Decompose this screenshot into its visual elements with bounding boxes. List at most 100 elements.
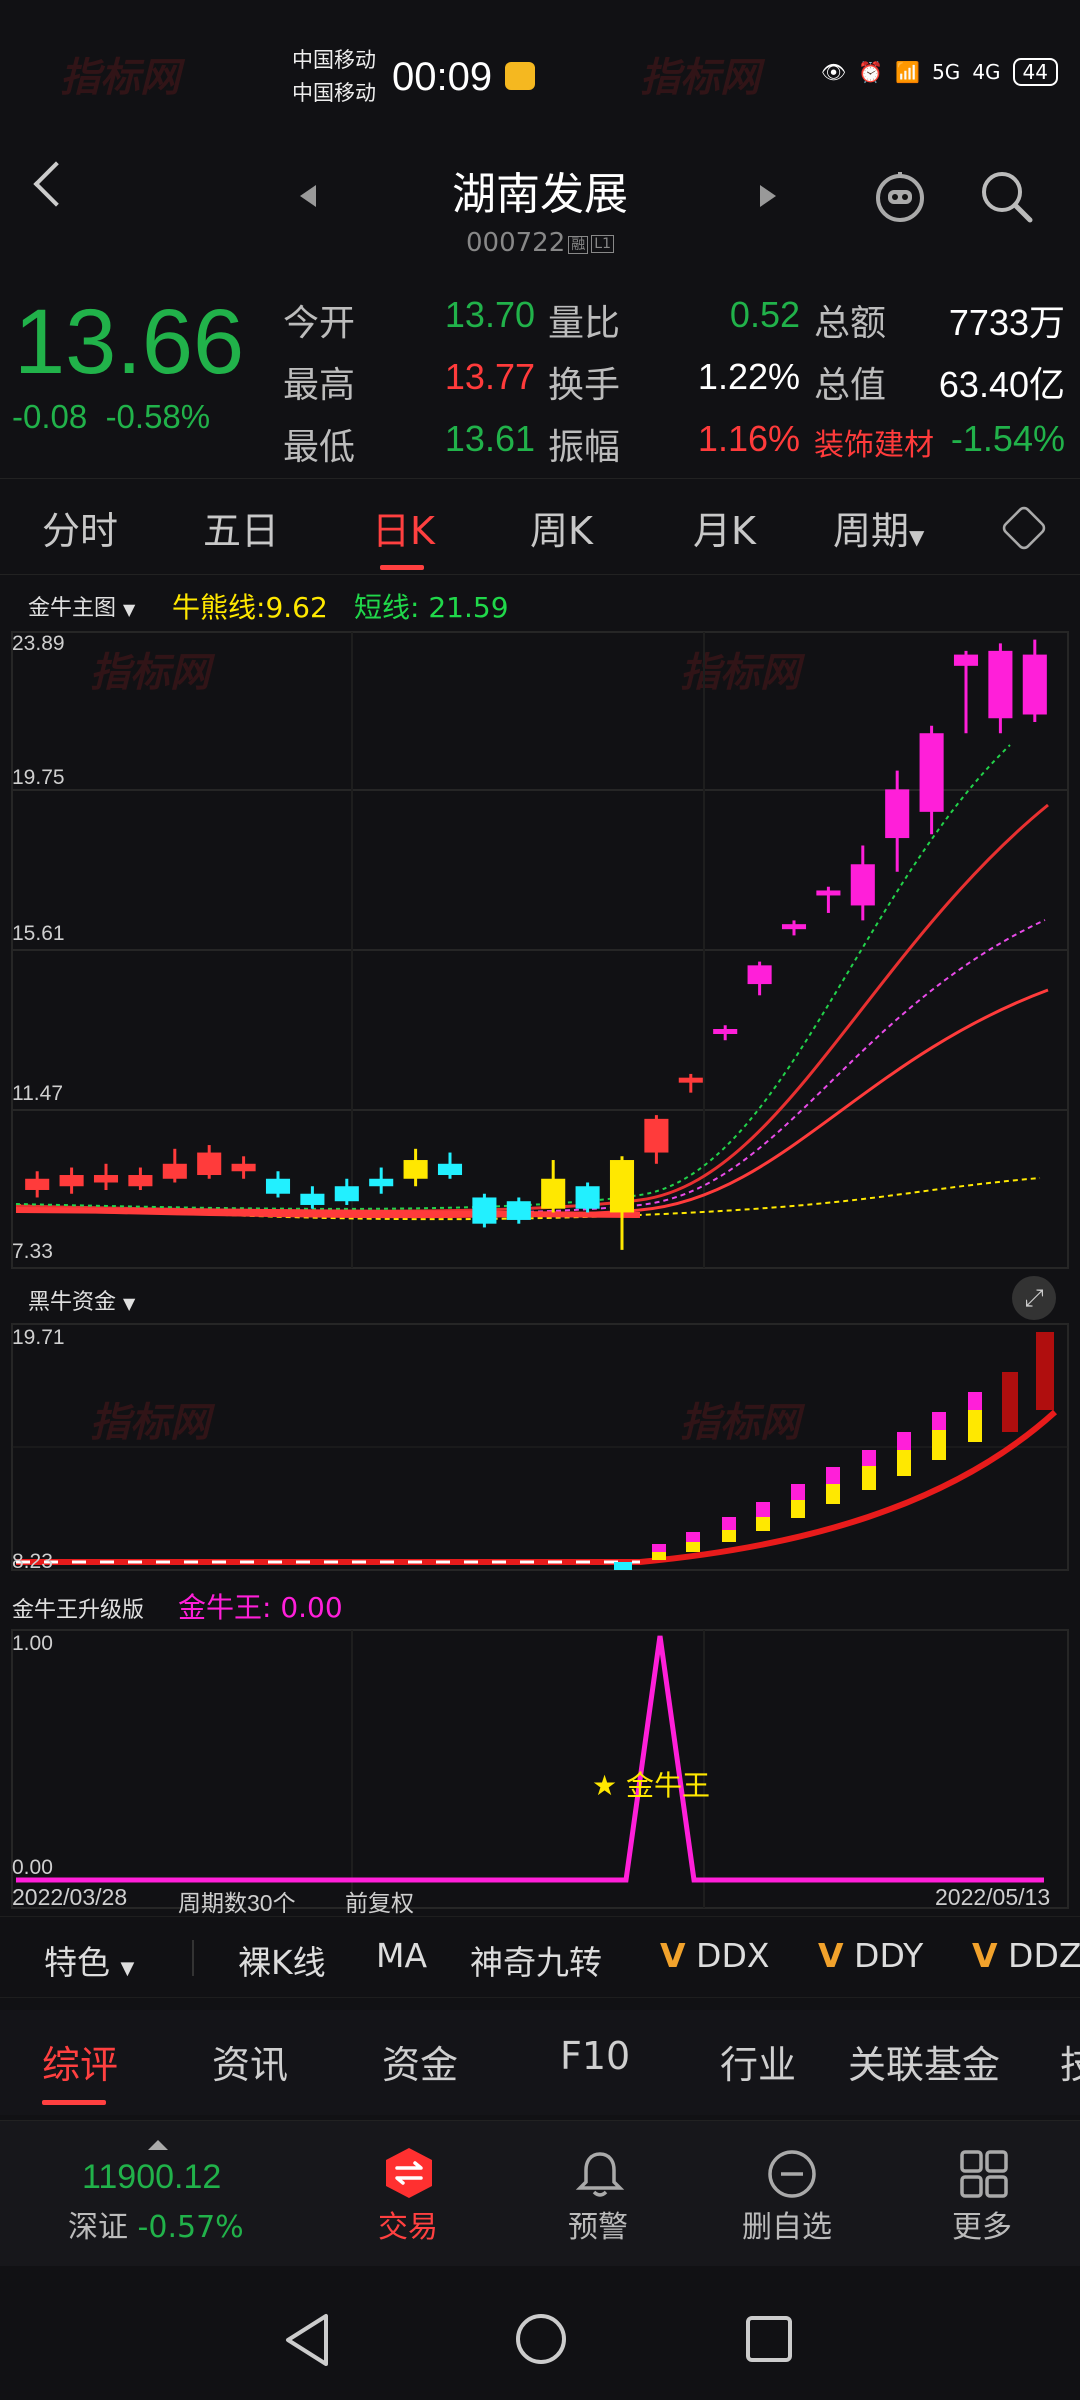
candle-body (93, 1175, 119, 1183)
system-recents-icon[interactable] (744, 2314, 794, 2364)
quote-value: 1.16% (697, 418, 800, 459)
sub2-y-bottom: 0.00 (12, 1856, 53, 1879)
tab-summary[interactable]: 综评 (42, 2034, 118, 2089)
indicator-ddz[interactable]: V DDZ (972, 1936, 1080, 1975)
y-tick-label: 11.47 (12, 1082, 63, 1105)
message-icon (505, 62, 535, 90)
alarm-icon: ⏰ (858, 60, 884, 84)
quote-label: 换手 (548, 365, 621, 406)
y-tick-label: 19.75 (12, 766, 65, 789)
chevron-down-icon: ▼ (123, 600, 136, 619)
tab-related-funds[interactable]: 关联基金 (848, 2034, 1000, 2089)
bull-bear-line-value: 牛熊线:9.62 (172, 586, 328, 626)
quote-value: 63.40亿 (938, 364, 1065, 405)
candle-body (885, 789, 910, 839)
tab-f10[interactable]: F10 (560, 2034, 630, 2078)
tab-industry[interactable]: 行业 (720, 2034, 796, 2089)
tab-five-day[interactable]: 五日 (203, 500, 279, 555)
margin-tag: 融 (568, 235, 589, 254)
signal-label: ★ 金牛王 (592, 1769, 711, 1802)
sub-indicator-2-name[interactable]: 金牛王升级版 (12, 1592, 144, 1624)
search-icon[interactable] (978, 168, 1036, 226)
last-price: 13.66 (14, 291, 245, 393)
nav-alert[interactable]: 预警 (568, 2202, 628, 2246)
candle-body (300, 1193, 325, 1205)
candle-body (231, 1163, 256, 1172)
nav-more[interactable]: 更多 (952, 2202, 1012, 2246)
candle-body (162, 1163, 187, 1179)
carrier-1: 中国移动 (292, 48, 376, 72)
tab-period[interactable]: 周期▼ (833, 500, 924, 555)
more-grid-icon[interactable] (958, 2148, 1010, 2200)
indicator-naked-k[interactable]: 裸K线 (238, 1936, 326, 1984)
quote-value: 1.22% (697, 356, 800, 397)
candle-body (25, 1178, 50, 1190)
tab-intraday[interactable]: 分时 (42, 500, 118, 555)
candles-group (25, 639, 1047, 1250)
robot-assistant-icon[interactable] (868, 166, 932, 228)
tab-weekly-k[interactable]: 周K (530, 500, 593, 555)
sub-indicator-1-selector[interactable]: 黑牛资金 ▼ (28, 1284, 135, 1316)
indicator-ma[interactable]: MA (376, 1936, 427, 1975)
quote-label: 量比 (548, 303, 621, 344)
bell-icon[interactable] (574, 2148, 626, 2200)
industry-name[interactable]: 装饰建材 (814, 420, 934, 464)
caret-up-icon (148, 2140, 168, 2150)
tab-news[interactable]: 资讯 (212, 2034, 288, 2089)
candle-body (781, 924, 807, 930)
candle-body (506, 1201, 531, 1220)
system-back-icon[interactable] (282, 2312, 332, 2368)
status-clock: 00:09 (392, 55, 493, 99)
candle-body (816, 890, 841, 896)
price-change: -0.08 -0.58% (12, 398, 210, 436)
index-name: 深证 (68, 2210, 128, 2245)
change-pct: -0.58% (105, 398, 211, 435)
capital-flow-chart (11, 1323, 1069, 1571)
vip-icon: V (660, 1936, 686, 1975)
quote-value: 13.61 (444, 418, 535, 459)
candle-body (713, 1028, 738, 1034)
industry-change: -1.54% (950, 418, 1065, 459)
nav-remove-watchlist[interactable]: 删自选 (742, 2202, 832, 2246)
bull-bear-value: 9.62 (265, 591, 328, 624)
quote-value: 7733万 (948, 302, 1065, 343)
chevron-down-icon: ▼ (123, 1294, 136, 1313)
watermark: 指标网 (60, 55, 180, 101)
candle-body (919, 733, 944, 812)
toolbar-divider (192, 1940, 194, 1976)
index-change: -0.57% (137, 2210, 244, 2245)
sub2-y-top: 1.00 (12, 1632, 53, 1655)
remove-watchlist-icon[interactable] (766, 2148, 818, 2200)
quote-value: 13.77 (444, 356, 535, 397)
special-indicator-selector[interactable]: 特色 ▼ (44, 1936, 134, 1984)
tab-capital[interactable]: 资金 (382, 2034, 458, 2089)
date-end: 2022/05/13 (935, 1884, 1051, 1910)
indicator-ddy[interactable]: V DDY (818, 1936, 923, 1975)
price-adjust-mode[interactable]: 前复权 (345, 1884, 414, 1918)
candlestick-chart[interactable] (0, 630, 1080, 1270)
active-tab-indicator (380, 565, 424, 570)
candle-body (334, 1186, 359, 1202)
stock-code-text: 000722 (466, 228, 566, 258)
wifi-icon: 📶 (895, 60, 921, 84)
tab-daily-k[interactable]: 日K (372, 500, 435, 555)
sub-indicator-1-name: 黑牛资金 (28, 1290, 117, 1315)
carrier-2: 中国移动 (292, 81, 376, 105)
short-line-val: 21.59 (428, 591, 509, 624)
tab-monthly-k[interactable]: 月K (693, 500, 756, 555)
battery-icon: 44 (1012, 58, 1058, 86)
indicator-ddx[interactable]: V DDX (660, 1936, 769, 1975)
trade-icon[interactable] (382, 2146, 436, 2200)
main-indicator-selector[interactable]: 金牛主图 ▼ (28, 590, 135, 622)
system-home-icon[interactable] (514, 2312, 568, 2366)
expand-icon[interactable]: ⤢ (1012, 1276, 1056, 1320)
candle-body (850, 864, 875, 906)
index-info[interactable]: 深证 -0.57% (68, 2202, 244, 2246)
indicator-magic-nine[interactable]: 神奇九转 (470, 1936, 602, 1984)
candle-body (575, 1186, 600, 1209)
quote-label: 最低 (283, 427, 356, 468)
date-start: 2022/03/28 (12, 1884, 128, 1910)
nav-trade[interactable]: 交易 (378, 2202, 438, 2246)
index-value[interactable]: 11900.12 (82, 2158, 221, 2197)
tab-more-cut[interactable]: 技 (1060, 2034, 1080, 2089)
